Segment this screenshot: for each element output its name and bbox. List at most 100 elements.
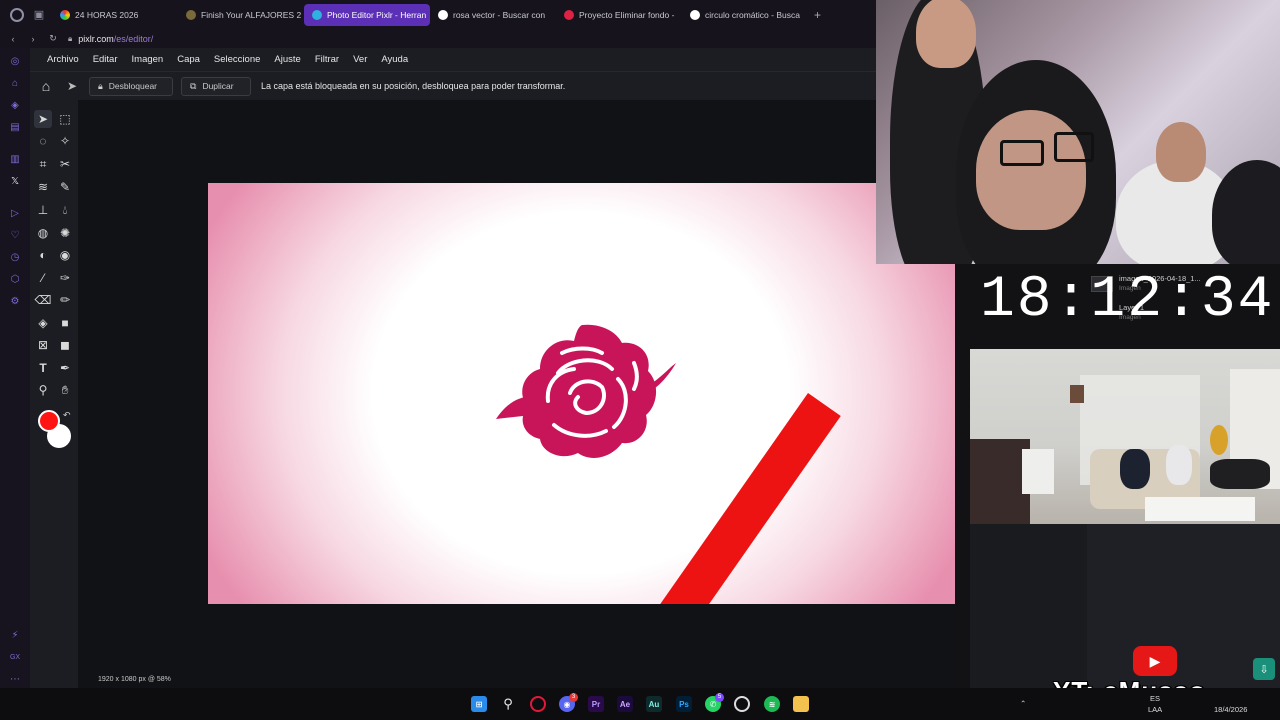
- crop-tool-icon[interactable]: ⌗: [34, 155, 52, 173]
- x-icon[interactable]: 𝕏: [8, 174, 22, 188]
- twitch-icon[interactable]: ▥: [8, 152, 22, 166]
- menu-ayuda[interactable]: Ayuda: [381, 54, 408, 65]
- messenger-icon[interactable]: ◈: [8, 98, 22, 112]
- table-shape: [1145, 497, 1255, 521]
- webcam-face: [1156, 122, 1206, 182]
- fill-tool-icon[interactable]: ◈: [34, 314, 52, 332]
- menu-editar[interactable]: Editar: [93, 54, 118, 65]
- opera-logo-icon[interactable]: [10, 7, 24, 22]
- reload-icon[interactable]: ↻: [46, 33, 60, 44]
- blur-tool-icon[interactable]: 💧︎: [56, 201, 74, 219]
- tray-chevron-icon[interactable]: ⌃: [1020, 699, 1026, 708]
- home-icon[interactable]: ⌂: [37, 77, 55, 95]
- eraser-tool-icon[interactable]: ⌫: [34, 291, 52, 309]
- tab-circulo-cromatico[interactable]: circulo cromático - Busca: [682, 4, 808, 26]
- canvas-info: 1920 x 1080 px @ 58%: [98, 676, 171, 683]
- language-indicator[interactable]: ES: [1150, 694, 1160, 703]
- audition-icon[interactable]: Au: [646, 696, 662, 712]
- liquify-tool-icon[interactable]: ≋: [34, 178, 52, 196]
- menu-imagen[interactable]: Imagen: [132, 54, 164, 65]
- spot-tool-icon[interactable]: ◉: [56, 246, 74, 264]
- spotify-icon[interactable]: ≋: [764, 696, 780, 712]
- url-path: /es/editor/: [113, 33, 154, 44]
- search-icon[interactable]: ⚲: [500, 696, 516, 712]
- menu-ver[interactable]: Ver: [353, 54, 367, 65]
- cutout-tool-icon[interactable]: ✂: [56, 155, 74, 173]
- menu-archivo[interactable]: Archivo: [47, 54, 79, 65]
- clone-tool-icon[interactable]: ⊥: [34, 201, 52, 219]
- whatsapp-badge: 5: [715, 693, 724, 702]
- opera-gx-icon[interactable]: [530, 696, 546, 712]
- menu-seleccione[interactable]: Seleccione: [214, 54, 260, 65]
- zoom-tool-icon[interactable]: ⚲: [34, 381, 52, 399]
- mail-icon[interactable]: ▤: [8, 120, 22, 134]
- pixlr-menubar: Archivo Editar Imagen Capa Seleccione Aj…: [30, 48, 876, 71]
- duplicate-button[interactable]: ⧉ Duplicar: [181, 76, 251, 96]
- duplicate-label: Duplicar: [202, 81, 234, 91]
- premiere-icon[interactable]: Pr: [588, 696, 604, 712]
- history-icon[interactable]: ◷: [8, 250, 22, 264]
- text-tool-icon[interactable]: T: [34, 359, 52, 377]
- image-canvas[interactable]: [208, 183, 955, 604]
- tab-alfajores[interactable]: Finish Your ALFAJORES 2: [178, 4, 304, 26]
- extensions-icon[interactable]: ⬡: [8, 272, 22, 286]
- dodge-tool-icon[interactable]: ◍: [34, 224, 52, 242]
- download-icon[interactable]: ⇩: [1253, 658, 1275, 680]
- aria-icon[interactable]: ◎: [8, 54, 22, 68]
- draw-tool-icon[interactable]: ✒: [56, 359, 74, 377]
- marquee-tool-icon[interactable]: ⬚: [56, 110, 74, 128]
- url-field[interactable]: pixlr.com/es/editor/: [78, 34, 153, 44]
- shape-tool-icon[interactable]: ◼: [56, 336, 74, 354]
- google-icon: [690, 9, 700, 20]
- frame-tool-icon[interactable]: ⊠: [34, 336, 52, 354]
- brush-tool-icon[interactable]: ✑: [56, 269, 74, 287]
- photoshop-icon[interactable]: Ps: [676, 696, 692, 712]
- settings-icon[interactable]: ⚙: [8, 294, 22, 308]
- foreground-color-swatch[interactable]: [38, 410, 60, 432]
- eyedropper-tool-icon[interactable]: ⁄: [34, 269, 52, 287]
- new-tab-icon[interactable]: +: [814, 8, 821, 22]
- swap-colors-icon[interactable]: ↶: [63, 410, 71, 421]
- workspaces-icon[interactable]: ▣: [32, 8, 46, 22]
- forward-icon[interactable]: ›: [26, 34, 40, 44]
- tab-24-horas[interactable]: 24 HORAS 2026: [52, 4, 178, 26]
- move-tool-icon[interactable]: ➤: [67, 79, 81, 93]
- more-icon[interactable]: ⋯: [8, 672, 22, 686]
- taskbar-date[interactable]: 18/4/2026: [1214, 705, 1247, 714]
- heater-shape: [1022, 449, 1054, 494]
- heal-tool-icon[interactable]: ✎: [56, 178, 74, 196]
- wand-tool-icon[interactable]: ✧: [56, 132, 74, 150]
- gx-control-icon[interactable]: ⚡: [8, 628, 22, 642]
- arrange-tool-icon[interactable]: ➤: [34, 110, 52, 128]
- file-explorer-icon[interactable]: [793, 696, 809, 712]
- stream-clock: 18:12:34: [980, 268, 1275, 333]
- lasso-tool-icon[interactable]: ◌: [34, 132, 52, 150]
- menu-filtrar[interactable]: Filtrar: [315, 54, 339, 65]
- player-icon[interactable]: ▷: [8, 206, 22, 220]
- tab-eliminar-fondo[interactable]: Proyecto Eliminar fondo -: [556, 4, 682, 26]
- language-layout: LAA: [1148, 705, 1163, 714]
- tab-favicon-icon: [312, 9, 322, 20]
- bag-icon[interactable]: ⌂: [8, 76, 22, 90]
- google-icon: [438, 9, 448, 20]
- after-effects-icon[interactable]: Ae: [617, 696, 633, 712]
- back-icon[interactable]: ‹: [6, 34, 20, 44]
- tab-pixlr[interactable]: Photo Editor Pixlr - Herran: [304, 3, 430, 26]
- gradient-tool-icon[interactable]: ■: [56, 314, 74, 332]
- color-replace-icon[interactable]: ◐: [34, 246, 52, 264]
- windows-start-icon[interactable]: ⊞: [471, 696, 487, 712]
- glasses-shape: [1000, 140, 1044, 166]
- menu-ajuste[interactable]: Ajuste: [274, 54, 300, 65]
- room-person: [1166, 445, 1192, 485]
- layers-panel-body: [1087, 524, 1280, 688]
- tab-rosa-vector[interactable]: rosa vector - Buscar con: [430, 4, 556, 26]
- pattern-tool-icon[interactable]: ✏: [56, 291, 74, 309]
- menu-capa[interactable]: Capa: [177, 54, 200, 65]
- heart-icon[interactable]: ♡: [8, 228, 22, 242]
- unlock-button[interactable]: 🔒︎ Desbloquear: [89, 76, 173, 96]
- gx-icon[interactable]: GX: [8, 650, 22, 664]
- webcam-face: [976, 110, 1086, 230]
- hand-tool-icon[interactable]: ✋︎: [56, 381, 74, 399]
- obs-icon[interactable]: [734, 696, 750, 712]
- sponge-tool-icon[interactable]: ✺: [56, 224, 74, 242]
